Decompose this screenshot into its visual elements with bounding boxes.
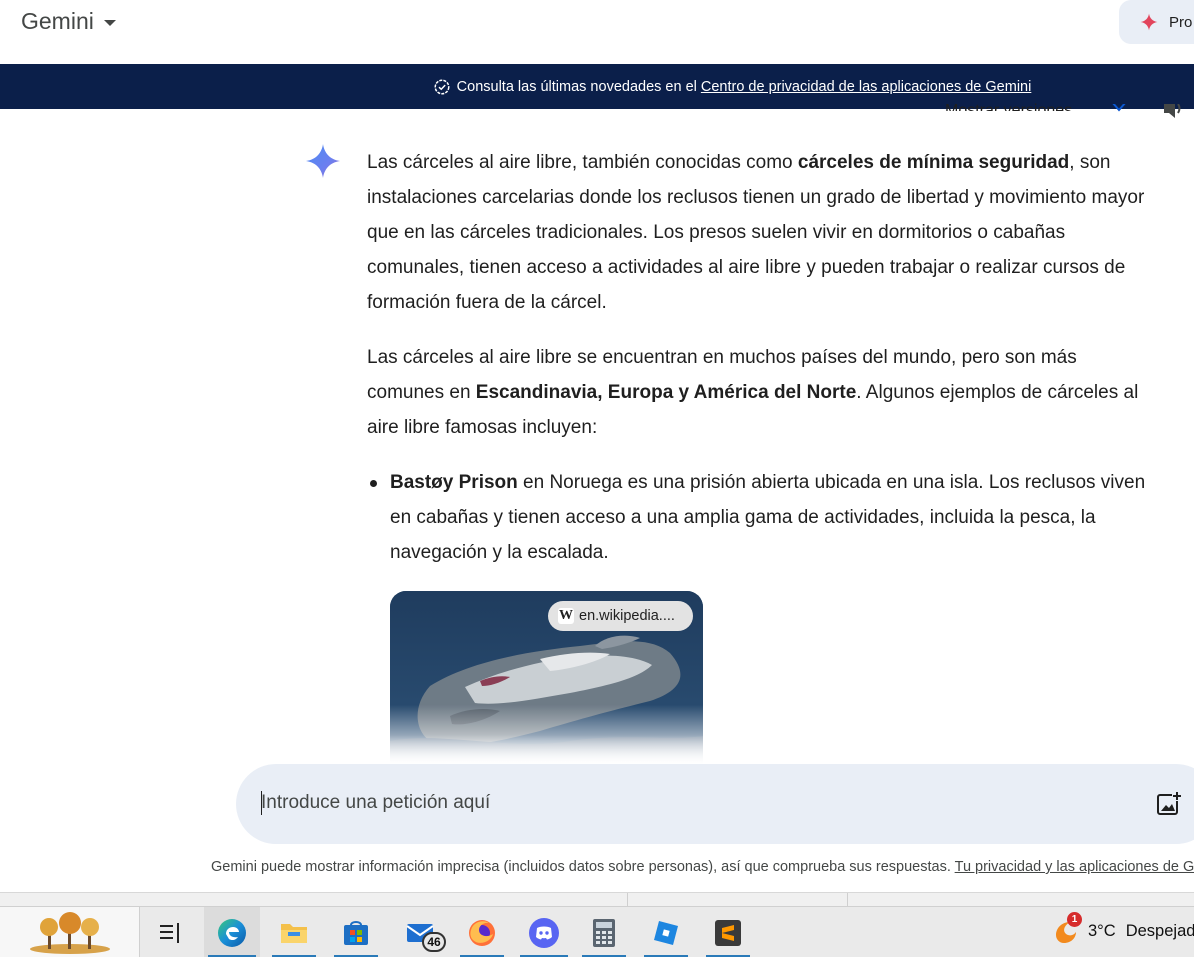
banner-text: Consulta las últimas novedades en el	[456, 78, 697, 95]
sublime-text-icon	[715, 919, 741, 946]
pro-label: Pro	[1169, 13, 1193, 31]
taskbar-file-explorer[interactable]	[268, 907, 320, 957]
taskbar: 46	[0, 906, 1194, 957]
app-title: Gemini	[21, 8, 94, 34]
response-body: Las cárceles al aire libre, también cono…	[367, 145, 1147, 570]
folder-icon	[281, 923, 307, 943]
prompt-input[interactable]	[261, 786, 1121, 820]
gemini-sparkle-icon	[306, 144, 340, 178]
sparkle-icon	[1140, 13, 1158, 31]
add-image-icon[interactable]	[1155, 790, 1183, 818]
show-versions-button[interactable]: Mostrar versiones	[945, 101, 1072, 111]
scroll-fade	[0, 735, 1194, 765]
speaker-icon[interactable]	[1162, 104, 1184, 122]
text-cursor	[261, 791, 262, 815]
task-view-icon	[160, 922, 179, 943]
bold-term: Escandinavia, Europa y América del Norte	[475, 382, 857, 403]
edge-icon	[218, 918, 246, 947]
privacy-center-link[interactable]: Centro de privacidad de las aplicaciones…	[701, 79, 1031, 95]
weather-moon-icon: 1	[1050, 911, 1082, 946]
chevron-down-icon[interactable]	[1110, 104, 1128, 114]
background-window-strip	[0, 892, 1194, 907]
weather-condition: Despejado	[1125, 922, 1194, 940]
taskbar-store[interactable]	[330, 907, 382, 957]
taskbar-calculator[interactable]	[578, 907, 630, 957]
privacy-link[interactable]: Tu privacidad y las aplicaciones de Gemi…	[955, 859, 1194, 875]
show-versions-label: Mostrar versiones	[945, 102, 1073, 111]
mail-count-badge: 46	[422, 932, 446, 952]
response-paragraph-2: Las cárceles al aire libre se encuentran…	[367, 347, 1139, 438]
taskbar-firefox[interactable]	[456, 907, 508, 957]
taskbar-discord[interactable]	[516, 907, 572, 957]
firefox-icon	[469, 919, 495, 946]
wikipedia-icon: W	[558, 608, 574, 624]
discord-icon	[529, 917, 559, 948]
disclaimer: Gemini puede mostrar información impreci…	[211, 859, 1194, 875]
prompt-box[interactable]	[236, 764, 1194, 844]
store-icon	[344, 920, 368, 945]
top-bar: Gemini Pro	[0, 0, 1194, 64]
source-chip[interactable]: W en.wikipedia....	[548, 601, 693, 631]
list-item: Bastøy Prison en Noruega es una prisión …	[367, 465, 1147, 570]
examples-list: Bastøy Prison en Noruega es una prisión …	[367, 465, 1147, 570]
taskbar-sublime-text[interactable]	[702, 907, 754, 957]
widgets-button[interactable]	[0, 907, 140, 957]
calculator-icon	[593, 918, 615, 947]
pro-upgrade-button[interactable]: Pro	[1119, 0, 1194, 44]
source-label: en.wikipedia....	[579, 608, 675, 624]
weather-alert-badge: 1	[1067, 911, 1082, 927]
weather-widget[interactable]: 1 3°C Despejado	[1050, 906, 1194, 957]
roblox-icon	[654, 920, 678, 945]
response-paragraph-1: Las cárceles al aire libre, también cono…	[367, 152, 1145, 313]
taskbar-roblox[interactable]	[640, 907, 692, 957]
check-badge-icon	[433, 78, 451, 96]
caret-down-icon	[103, 19, 116, 26]
bold-term: Bastøy Prison	[390, 472, 518, 493]
taskbar-edge[interactable]	[204, 907, 260, 957]
autumn-trees-icon	[29, 911, 110, 954]
weather-temperature: 3°C	[1088, 922, 1116, 940]
bold-term: cárceles de mínima seguridad	[797, 152, 1070, 173]
task-view-button[interactable]	[150, 907, 190, 957]
model-switcher[interactable]: Gemini	[21, 8, 116, 35]
